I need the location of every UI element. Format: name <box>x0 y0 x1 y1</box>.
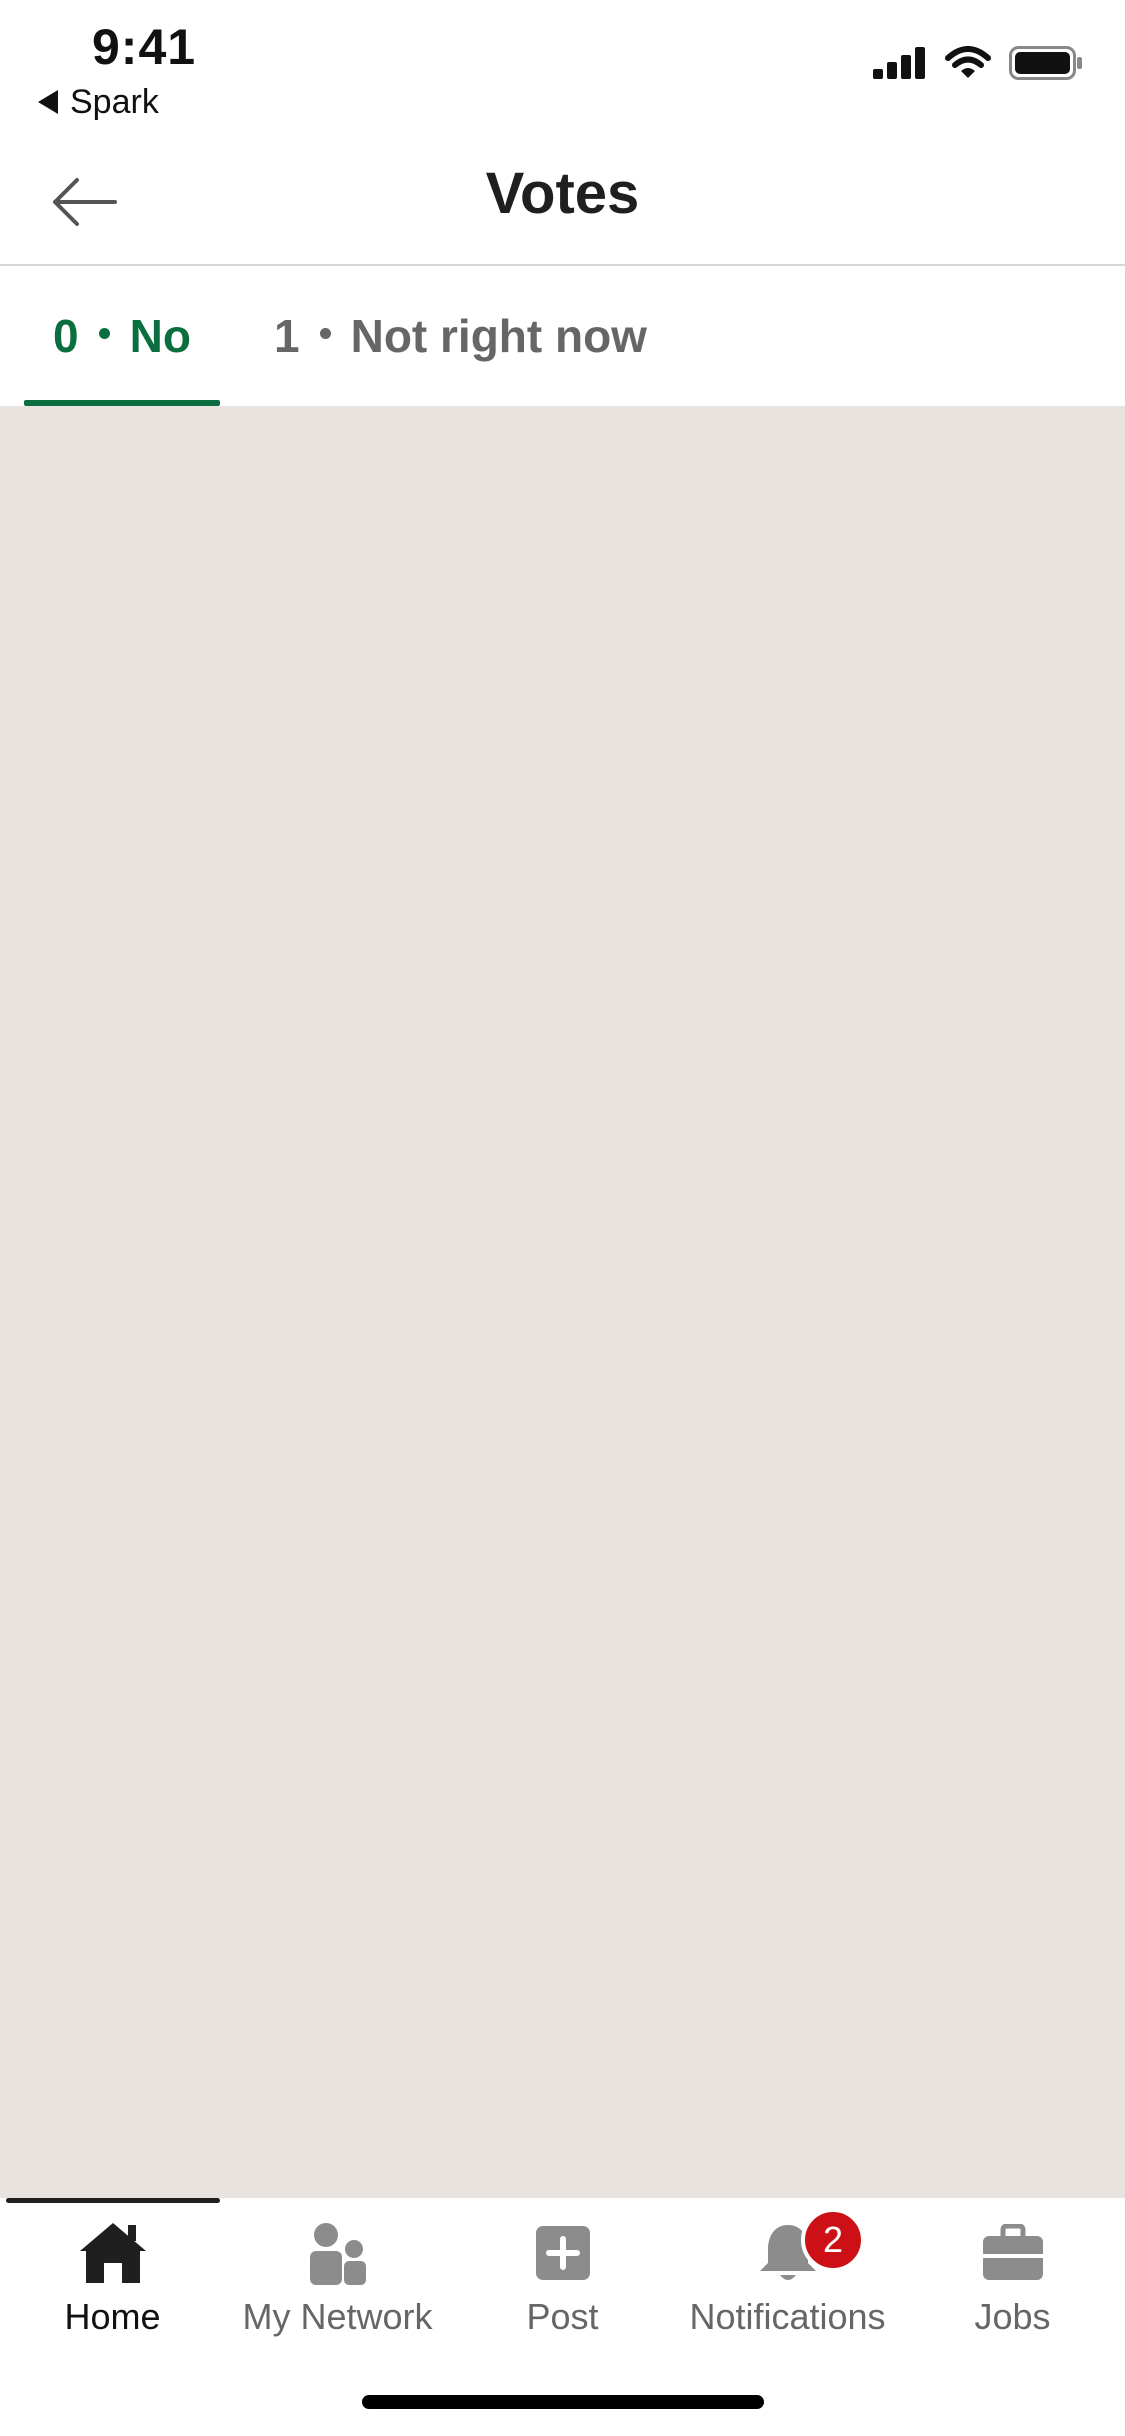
notifications-badge: 2 <box>801 2208 865 2272</box>
bottom-navigation: Home My Network Post 2 Notifications Job… <box>0 2198 1125 2436</box>
nav-my-network[interactable]: My Network <box>225 2218 450 2348</box>
nav-notifications-label: Notifications <box>689 2296 886 2337</box>
status-bar: 9:41 Spark <box>0 0 1125 140</box>
nav-jobs[interactable]: Jobs <box>900 2218 1125 2348</box>
nav-home[interactable]: Home <box>0 2218 225 2348</box>
post-icon <box>535 2226 590 2280</box>
page-title: Votes <box>485 161 640 226</box>
nav-jobs-label: Jobs <box>974 2296 1051 2337</box>
battery-icon <box>1009 46 1082 80</box>
my-network-icon <box>309 2223 366 2285</box>
separator-dot <box>319 327 331 339</box>
back-app-label: Spark <box>70 82 159 121</box>
briefcase-icon <box>982 2224 1043 2280</box>
tab-not-right-now-count: 1 <box>274 310 300 362</box>
nav-home-label: Home <box>64 2296 161 2337</box>
tab-not-right-now[interactable]: 1 Not right now <box>274 266 647 406</box>
tab-no-count: 0 <box>53 310 79 362</box>
wifi-icon <box>945 46 991 78</box>
back-to-app-link[interactable]: Spark <box>38 82 159 122</box>
tab-no[interactable]: 0 No <box>24 266 220 406</box>
vote-tabs: 0 No 1 Not right now <box>0 266 1125 406</box>
nav-post[interactable]: Post <box>450 2218 675 2348</box>
tab-not-right-now-label: Not right now <box>350 310 647 362</box>
home-indicator[interactable] <box>362 2395 764 2409</box>
nav-active-indicator <box>6 2198 220 2203</box>
separator-dot <box>98 327 110 339</box>
app-header: Votes <box>0 140 1125 266</box>
back-triangle-icon <box>38 90 58 114</box>
status-icons <box>873 46 1083 80</box>
home-icon <box>79 2223 146 2283</box>
cellular-signal-icon <box>873 47 925 79</box>
status-time: 9:41 <box>92 19 197 75</box>
nav-post-label: Post <box>526 2296 599 2337</box>
voters-list-area <box>0 406 1125 2198</box>
nav-notifications[interactable]: 2 Notifications <box>675 2208 900 2348</box>
nav-my-network-label: My Network <box>242 2296 433 2337</box>
tab-no-label: No <box>129 310 191 362</box>
